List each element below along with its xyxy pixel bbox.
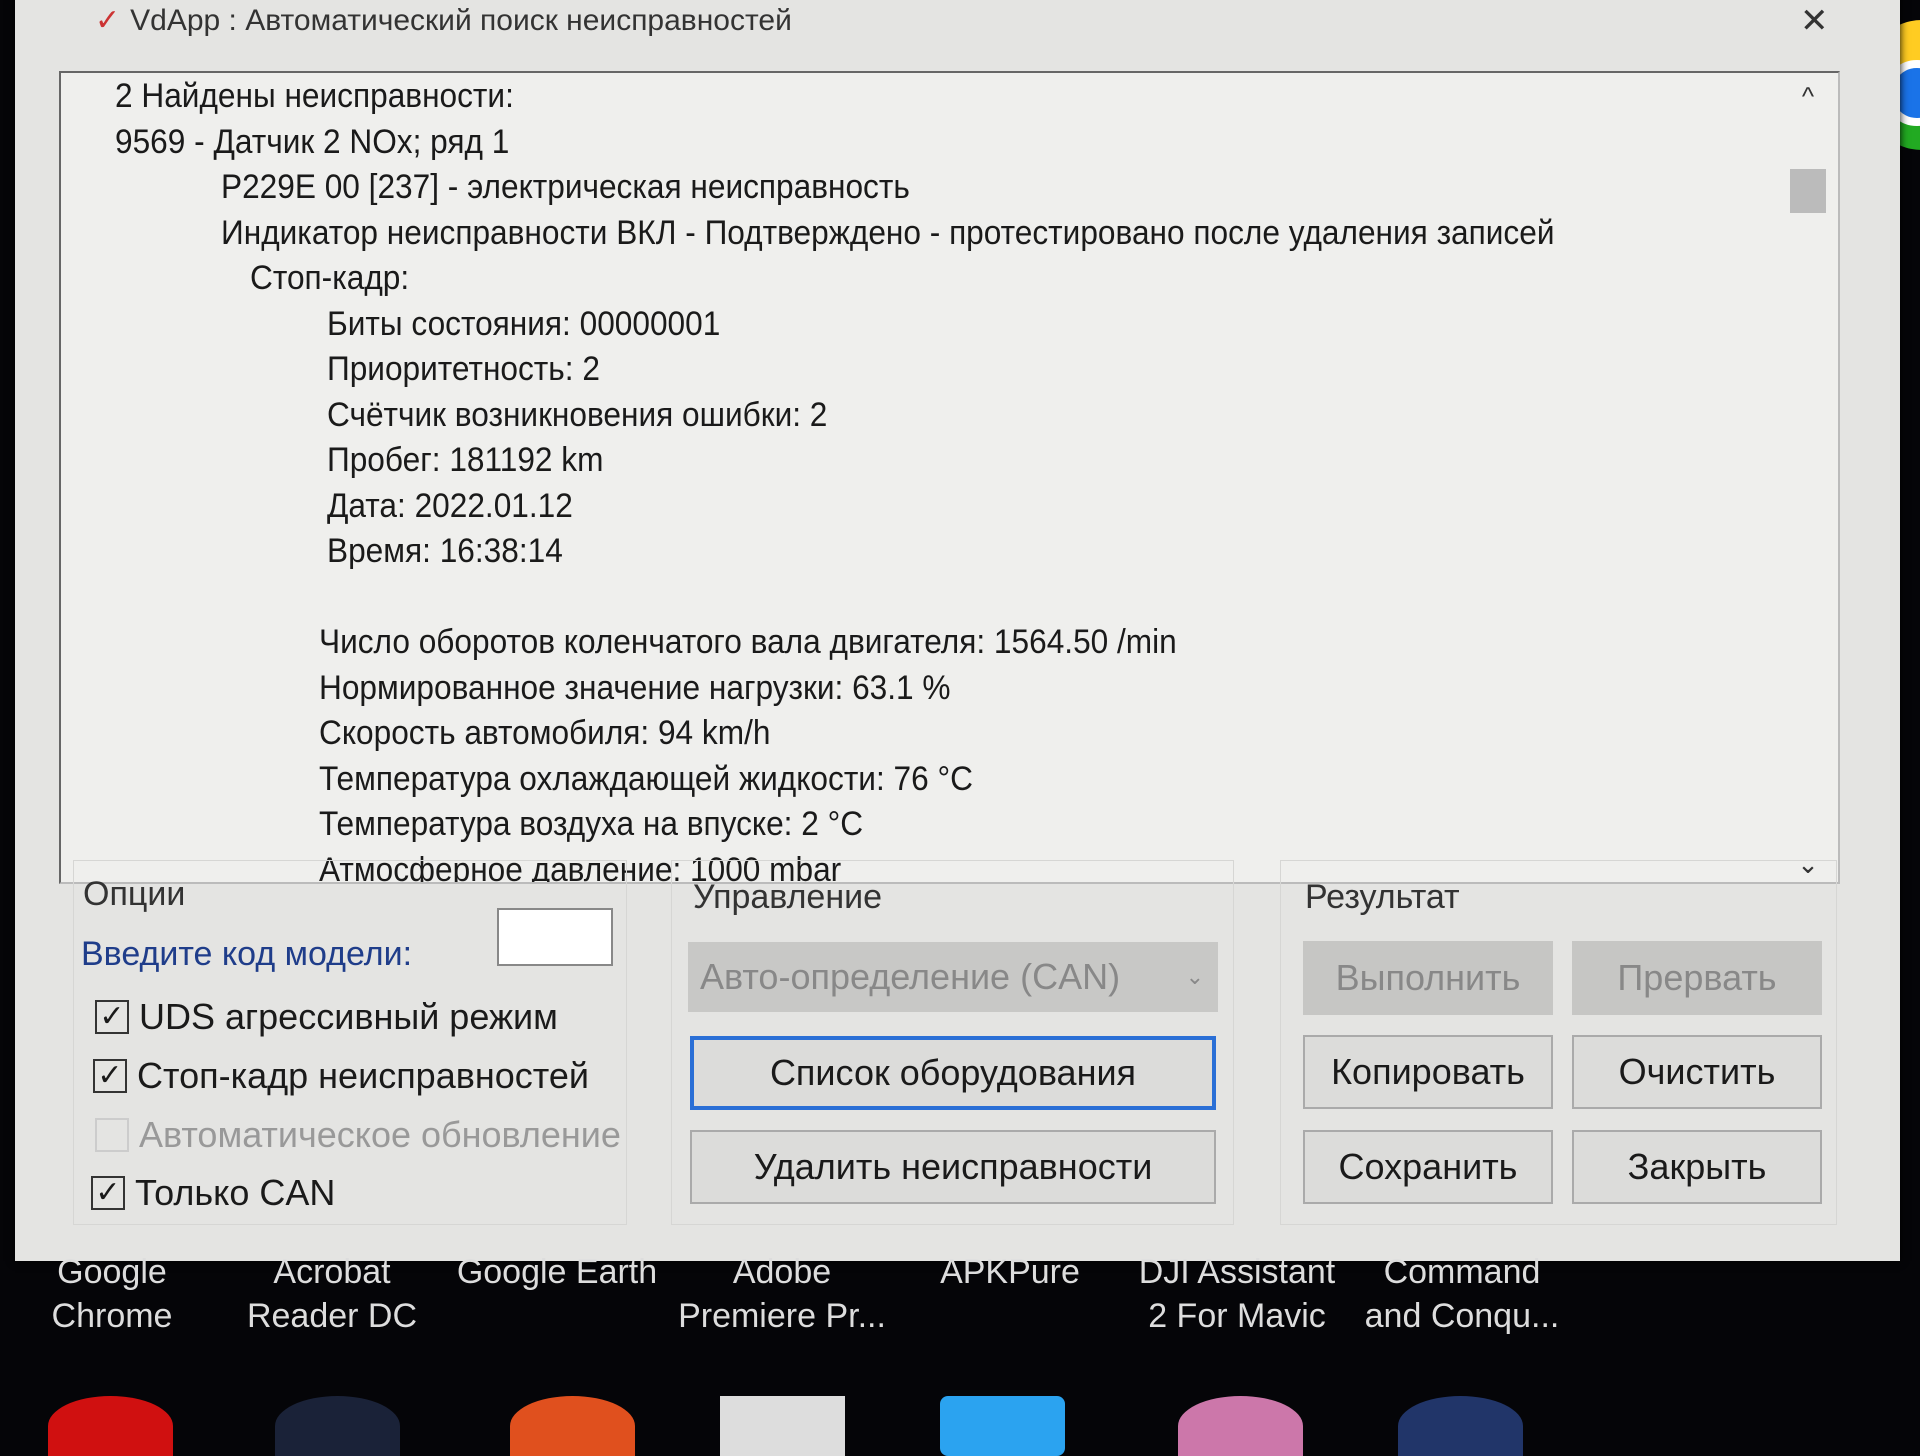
log-line: Приоритетность: 2 <box>327 350 600 388</box>
desktop-shortcut-label[interactable]: APKPure <box>900 1250 1120 1294</box>
checkbox-label: UDS агрессивный режим <box>139 996 558 1037</box>
log-line: Стоп-кадр: <box>250 259 410 297</box>
checkbox-option[interactable]: Автоматическое обновление <box>95 1114 621 1156</box>
scrollbar-thumb[interactable] <box>1790 169 1826 213</box>
app-icon: ✓ <box>95 4 121 37</box>
equipment-list-button[interactable]: Список оборудования <box>690 1036 1216 1110</box>
app-icon[interactable] <box>275 1396 400 1456</box>
protocol-dropdown-value: Авто-определение (CAN) <box>700 956 1121 997</box>
checkbox-label: Стоп-кадр неисправностей <box>137 1055 589 1096</box>
log-line: Дата: 2022.01.12 <box>327 486 573 525</box>
log-line: Счётчик возникновения ошибки: 2 <box>327 395 828 434</box>
desktop-shortcut-label[interactable]: Command and Conqu... <box>1352 1250 1572 1338</box>
run-button[interactable]: Выполнить <box>1303 941 1553 1015</box>
control-label: Управление <box>693 878 883 916</box>
fault-search-window: ✓ VdApp : Автоматический поиск неисправно… <box>15 0 1900 1261</box>
checkbox-option[interactable]: ✓ Только CAN <box>91 1172 335 1214</box>
fault-log-textbox[interactable]: ^ ⌄ 2 Найдены неисправности: 9569 - Датчи… <box>59 71 1840 884</box>
window-title: ✓ VdApp : Автоматический поиск неисправно… <box>95 4 792 38</box>
log-scrollbar[interactable]: ^ ⌄ <box>1784 73 1832 882</box>
log-line: Нормированное значение нагрузки: 63.1 % <box>319 668 951 707</box>
desktop-shortcut-label[interactable]: Google Earth <box>447 1250 667 1294</box>
window-title-text: VdApp : Автоматический поиск неисправнос… <box>130 4 792 37</box>
desktop-shortcut-label[interactable]: Acrobat Reader DC <box>222 1250 442 1338</box>
abort-button[interactable]: Прервать <box>1572 941 1822 1015</box>
desktop-shortcut-label[interactable]: Google Chrome <box>2 1250 222 1338</box>
clear-button[interactable]: Очистить <box>1572 1035 1822 1109</box>
checkbox[interactable]: ✓ <box>93 1059 127 1093</box>
close-button[interactable]: Закрыть <box>1572 1130 1822 1204</box>
log-line: P229E 00 [237] - электрическая неисправн… <box>221 168 910 206</box>
log-line: Скорость автомобиля: 94 km/h <box>319 714 771 752</box>
app-icon[interactable] <box>720 1396 845 1456</box>
app-icon[interactable] <box>1178 1396 1303 1456</box>
clear-faults-button[interactable]: Удалить неисправности <box>690 1130 1216 1204</box>
log-line: 2 Найдены неисправности: <box>115 77 514 115</box>
log-line: Температура воздуха на впуске: 2 °C <box>319 805 864 843</box>
app-icon[interactable] <box>940 1396 1065 1456</box>
copy-button[interactable]: Копировать <box>1303 1035 1553 1109</box>
result-label: Результат <box>1305 878 1460 916</box>
log-line: Температура охлаждающей жидкости: 76 °C <box>319 759 973 798</box>
save-button[interactable]: Сохранить <box>1303 1130 1553 1204</box>
checkbox-option[interactable]: ✓ UDS агрессивный режим <box>95 996 558 1038</box>
protocol-dropdown: Авто-определение (CAN) ⌄ <box>688 942 1218 1012</box>
model-code-input[interactable] <box>497 908 613 966</box>
checkbox[interactable]: ✓ <box>91 1176 125 1210</box>
checkbox[interactable]: ✓ <box>95 1000 129 1034</box>
options-label: Опции <box>83 875 186 913</box>
close-window-button[interactable]: ✕ <box>1800 4 1829 38</box>
checkbox-label: Только CAN <box>135 1172 336 1213</box>
app-icon[interactable] <box>1398 1396 1523 1456</box>
log-line: Биты состояния: 00000001 <box>327 304 721 343</box>
log-line: Индикатор неисправности ВКЛ - Подтвержде… <box>221 213 1555 252</box>
checkbox-option[interactable]: ✓ Стоп-кадр неисправностей <box>93 1055 589 1097</box>
checkbox-label: Автоматическое обновление <box>139 1114 621 1155</box>
desktop-shortcut-label[interactable]: DJI Assistant 2 For Mavic <box>1127 1250 1347 1338</box>
log-line: Время: 16:38:14 <box>327 532 563 570</box>
scroll-up-icon[interactable]: ^ <box>1784 81 1832 112</box>
opera-icon[interactable] <box>48 1396 173 1456</box>
model-code-label: Введите код модели: <box>81 935 413 973</box>
desktop-shortcut-label[interactable]: Adobe Premiere Pr... <box>672 1250 892 1338</box>
checkbox[interactable] <box>95 1118 129 1152</box>
app-icon[interactable] <box>510 1396 635 1456</box>
log-line: 9569 - Датчик 2 NOx; ряд 1 <box>115 122 510 161</box>
log-line: Число оборотов коленчатого вала двигател… <box>319 623 1177 661</box>
chevron-down-icon: ⌄ <box>1185 964 1204 989</box>
log-line: Пробег: 181192 km <box>327 441 604 479</box>
